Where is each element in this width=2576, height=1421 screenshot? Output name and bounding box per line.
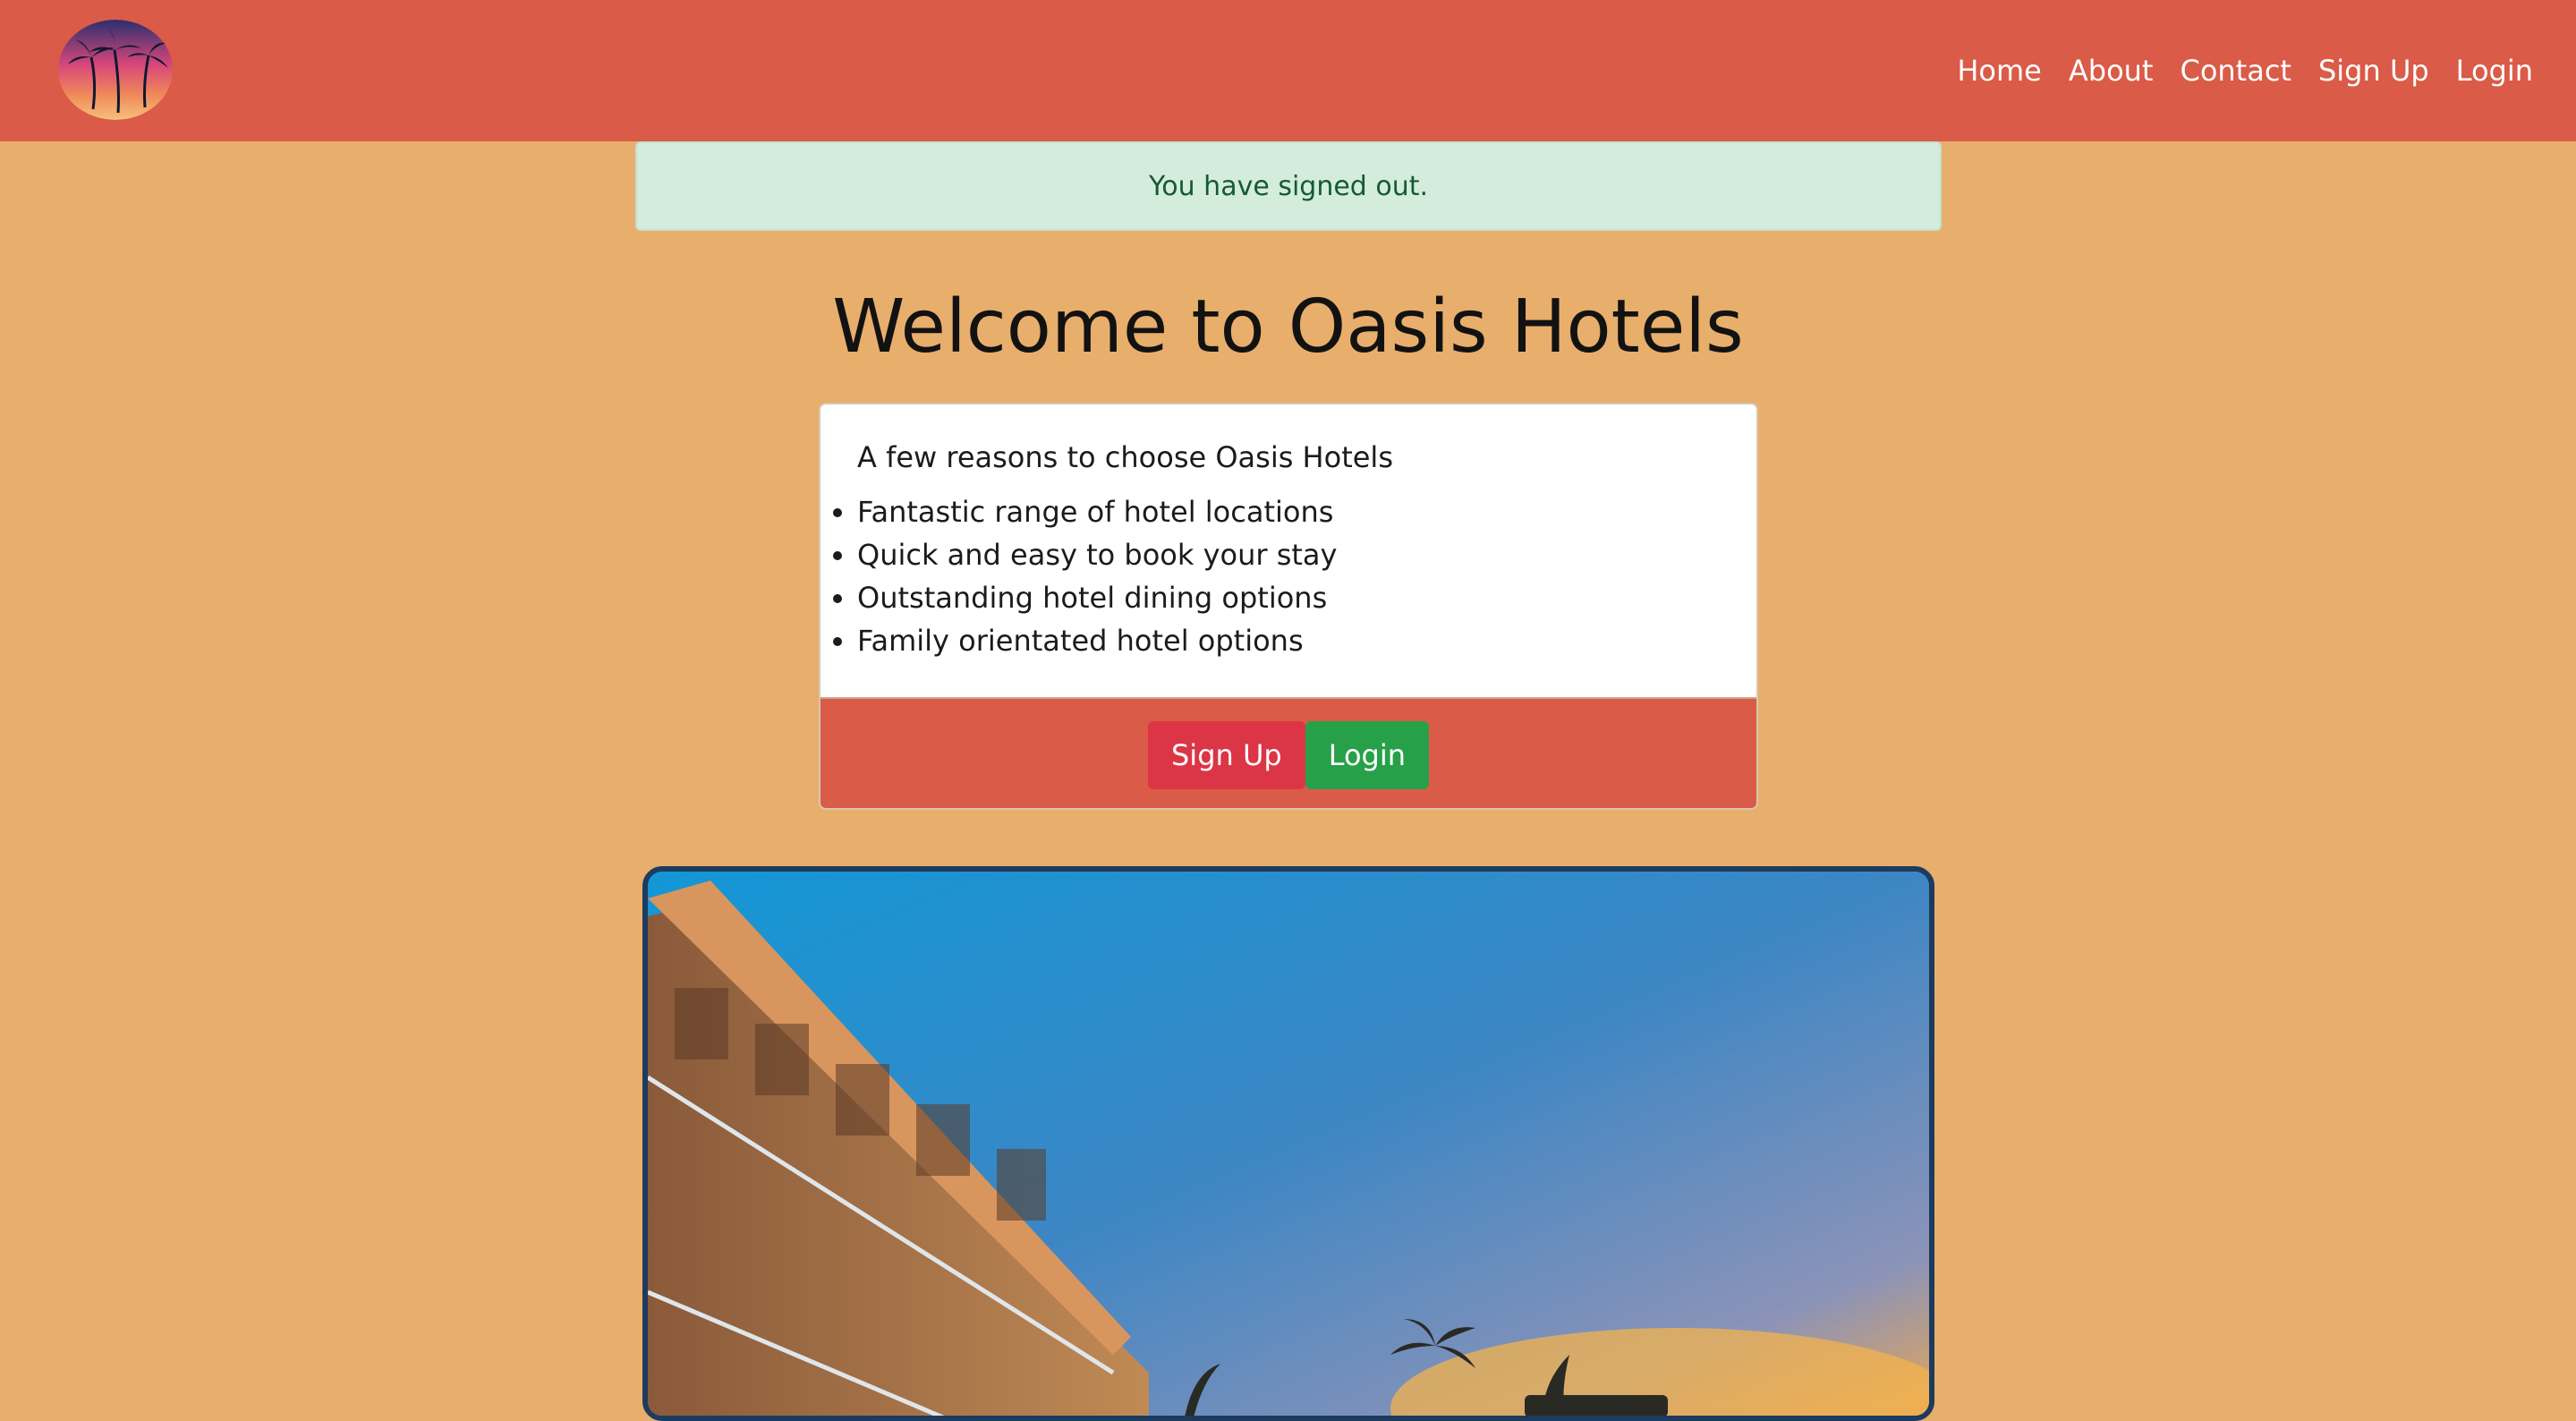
nav-link-home[interactable]: Home [1957,54,2042,88]
card-footer: Sign Up Login [820,697,1756,808]
nav-links: Home About Contact Sign Up Login [1957,0,2533,141]
reasons-list: Fantastic range of hotel locations Quick… [832,490,1337,662]
nav-link-about[interactable]: About [2069,54,2154,88]
list-item: Family orientated hotel options [832,619,1337,662]
list-item: Outstanding hotel dining options [832,576,1337,619]
nav-link-login[interactable]: Login [2456,54,2533,88]
card-title: A few reasons to choose Oasis Hotels [857,440,1393,474]
hotel-hero-image [642,866,1934,1421]
signed-out-alert: You have signed out. [635,141,1942,231]
page-title: Welcome to Oasis Hotels [832,285,1744,370]
list-item: Fantastic range of hotel locations [832,490,1337,533]
palm-tree-logo-icon[interactable] [57,20,174,120]
list-item: Quick and easy to book your stay [832,533,1337,576]
navbar: Home About Contact Sign Up Login [0,0,2576,141]
alert-message: You have signed out. [1148,170,1429,202]
reasons-card: A few reasons to choose Oasis Hotels Fan… [819,403,1758,810]
sign-up-button[interactable]: Sign Up [1147,721,1305,789]
nav-link-sign-up[interactable]: Sign Up [2318,54,2429,88]
hotel-building-illustration [648,872,1929,1416]
nav-link-contact[interactable]: Contact [2180,54,2291,88]
login-button[interactable]: Login [1305,721,1430,789]
